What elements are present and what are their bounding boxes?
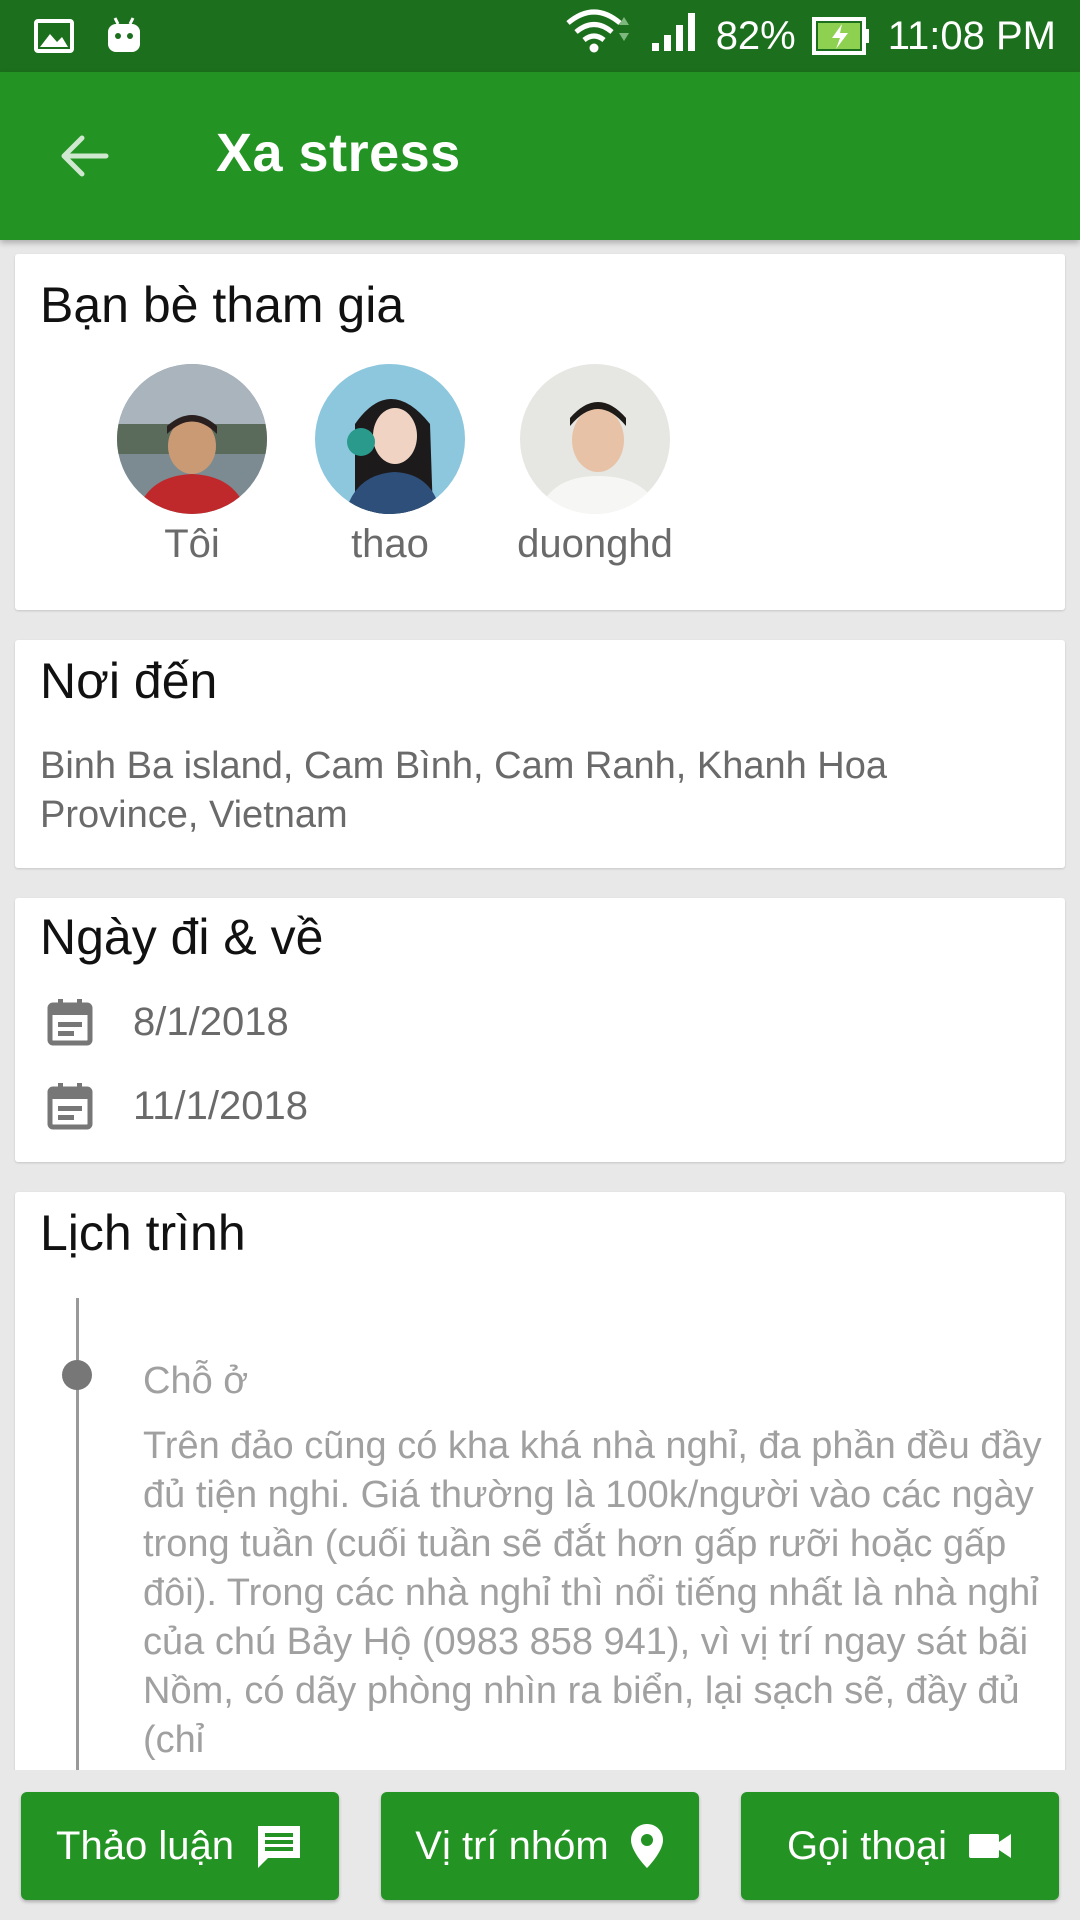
group-location-button-label: Vị trí nhóm: [415, 1823, 609, 1868]
schedule-card: Lịch trình Chỗ ở Trên đảo cũng có kha kh…: [15, 1192, 1065, 1770]
dates-card: Ngày đi & về 8/1/2018 11/1/2018: [15, 898, 1065, 1162]
friend-name: duonghd: [517, 522, 673, 566]
discuss-button[interactable]: Thảo luận: [21, 1792, 339, 1900]
videocam-icon: [969, 1834, 1012, 1858]
battery-charging-icon: [811, 16, 872, 56]
wifi-icon: [564, 7, 634, 65]
discuss-button-label: Thảo luận: [56, 1823, 234, 1868]
signal-icon: [650, 9, 700, 63]
destination-card: Nơi đến Binh Ba island, Cam Bình, Cam Ra…: [15, 640, 1065, 868]
friend-item[interactable]: duonghd: [505, 364, 685, 567]
avatar[interactable]: [117, 364, 267, 514]
clock-time: 11:08 PM: [887, 13, 1056, 58]
dates-card-title: Ngày đi & về: [40, 909, 324, 965]
end-date-row[interactable]: 11/1/2018: [47, 1082, 308, 1130]
group-location-button[interactable]: Vị trí nhóm: [381, 1792, 699, 1900]
friends-card-title: Bạn bè tham gia: [40, 277, 405, 333]
avatar[interactable]: [315, 364, 465, 514]
start-date: 8/1/2018: [133, 999, 289, 1044]
schedule-item-text: Trên đảo cũng có kha khá nhà nghỉ, đa ph…: [143, 1425, 1042, 1761]
status-bar: 82% 11:08 PM: [0, 0, 1080, 72]
destination-address: Binh Ba island, Cam Bình, Cam Ranh, Khan…: [40, 745, 888, 836]
main-content[interactable]: Bạn bè tham gia Tôi thao duonghd Nơi đến…: [0, 240, 1080, 1770]
back-button[interactable]: [56, 128, 112, 184]
android-icon: [104, 16, 144, 61]
timeline-dot: [62, 1360, 92, 1390]
friend-item[interactable]: Tôi: [102, 364, 282, 567]
voice-call-button[interactable]: Gọi thoại: [741, 1792, 1059, 1900]
destination-card-title: Nơi đến: [40, 653, 218, 709]
friends-card: Bạn bè tham gia Tôi thao duonghd: [15, 254, 1065, 610]
arrow-back-icon: [61, 135, 109, 177]
chat-icon: [257, 1826, 300, 1868]
calendar-icon: [47, 999, 93, 1046]
location-pin-icon: [630, 1824, 663, 1868]
battery-percent: 82%: [715, 13, 796, 58]
bottom-action-bar: Thảo luận Vị trí nhóm Gọi thoại: [0, 1770, 1080, 1920]
avatar[interactable]: [520, 364, 670, 514]
schedule-card-title: Lịch trình: [40, 1205, 246, 1261]
voice-call-button-label: Gọi thoại: [786, 1823, 948, 1868]
page-title: Xa stress: [216, 123, 461, 183]
photo-icon: [34, 18, 74, 59]
friend-name: thao: [351, 522, 429, 566]
friend-name: Tôi: [164, 522, 220, 566]
calendar-icon: [47, 1083, 93, 1130]
friend-item[interactable]: thao: [300, 364, 480, 567]
start-date-row[interactable]: 8/1/2018: [47, 998, 289, 1046]
app-bar: Xa stress: [0, 72, 1080, 240]
end-date: 11/1/2018: [133, 1083, 308, 1128]
schedule-item-subtitle: Chỗ ở: [143, 1360, 249, 1402]
